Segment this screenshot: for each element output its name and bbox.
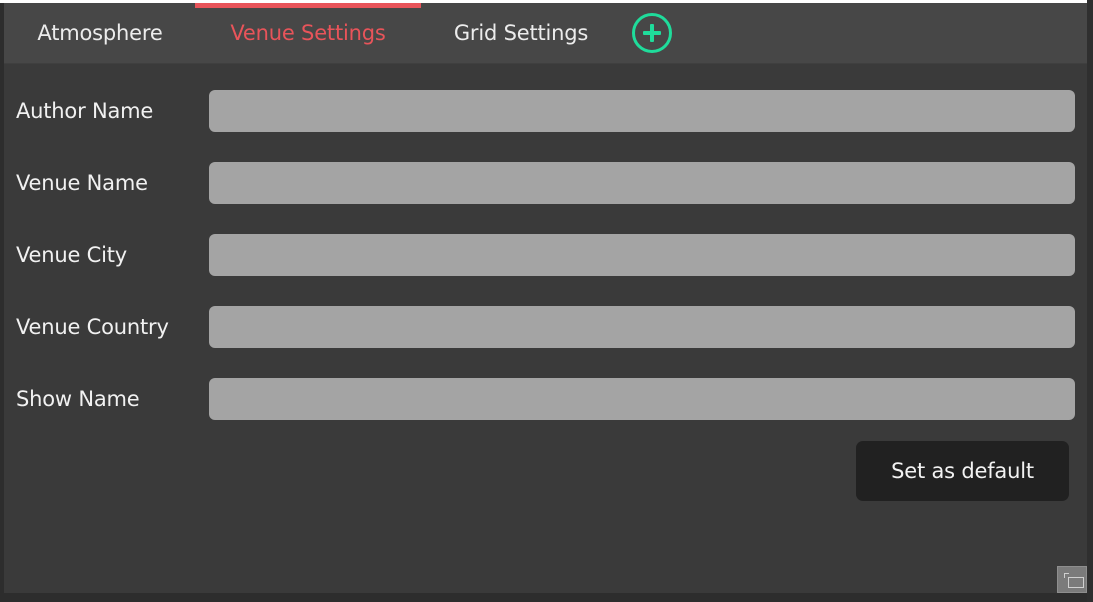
venue-city-label: Venue City <box>16 243 128 267</box>
form-row-venue-city: Venue City <box>4 234 1087 276</box>
tab-atmosphere[interactable]: Atmosphere <box>22 3 178 63</box>
show-name-label: Show Name <box>16 387 140 411</box>
author-name-label: Author Name <box>16 99 154 123</box>
form-row-show-name: Show Name <box>4 378 1087 420</box>
resize-box-icon <box>1068 577 1084 588</box>
venue-name-label: Venue Name <box>16 171 148 195</box>
form-row-author-name: Author Name <box>4 90 1087 132</box>
add-tab-plus-icon[interactable] <box>632 13 672 53</box>
tab-bar: Atmosphere Venue Settings Grid Settings <box>4 3 1087 64</box>
form-row-venue-country: Venue Country <box>4 306 1087 348</box>
venue-country-input[interactable] <box>209 306 1075 348</box>
venue-name-input[interactable] <box>209 162 1075 204</box>
window-right-edge <box>1087 0 1093 602</box>
venue-settings-panel: Atmosphere Venue Settings Grid Settings … <box>4 3 1087 593</box>
tab-venue-settings[interactable]: Venue Settings <box>195 3 421 63</box>
venue-city-input[interactable] <box>209 234 1075 276</box>
venue-country-label: Venue Country <box>16 315 169 339</box>
tab-grid-settings[interactable]: Grid Settings <box>436 3 606 63</box>
resize-grip-icon[interactable] <box>1057 566 1087 593</box>
author-name-input[interactable] <box>209 90 1075 132</box>
show-name-input[interactable] <box>209 378 1075 420</box>
form-row-venue-name: Venue Name <box>4 162 1087 204</box>
set-as-default-button[interactable]: Set as default <box>856 441 1069 501</box>
